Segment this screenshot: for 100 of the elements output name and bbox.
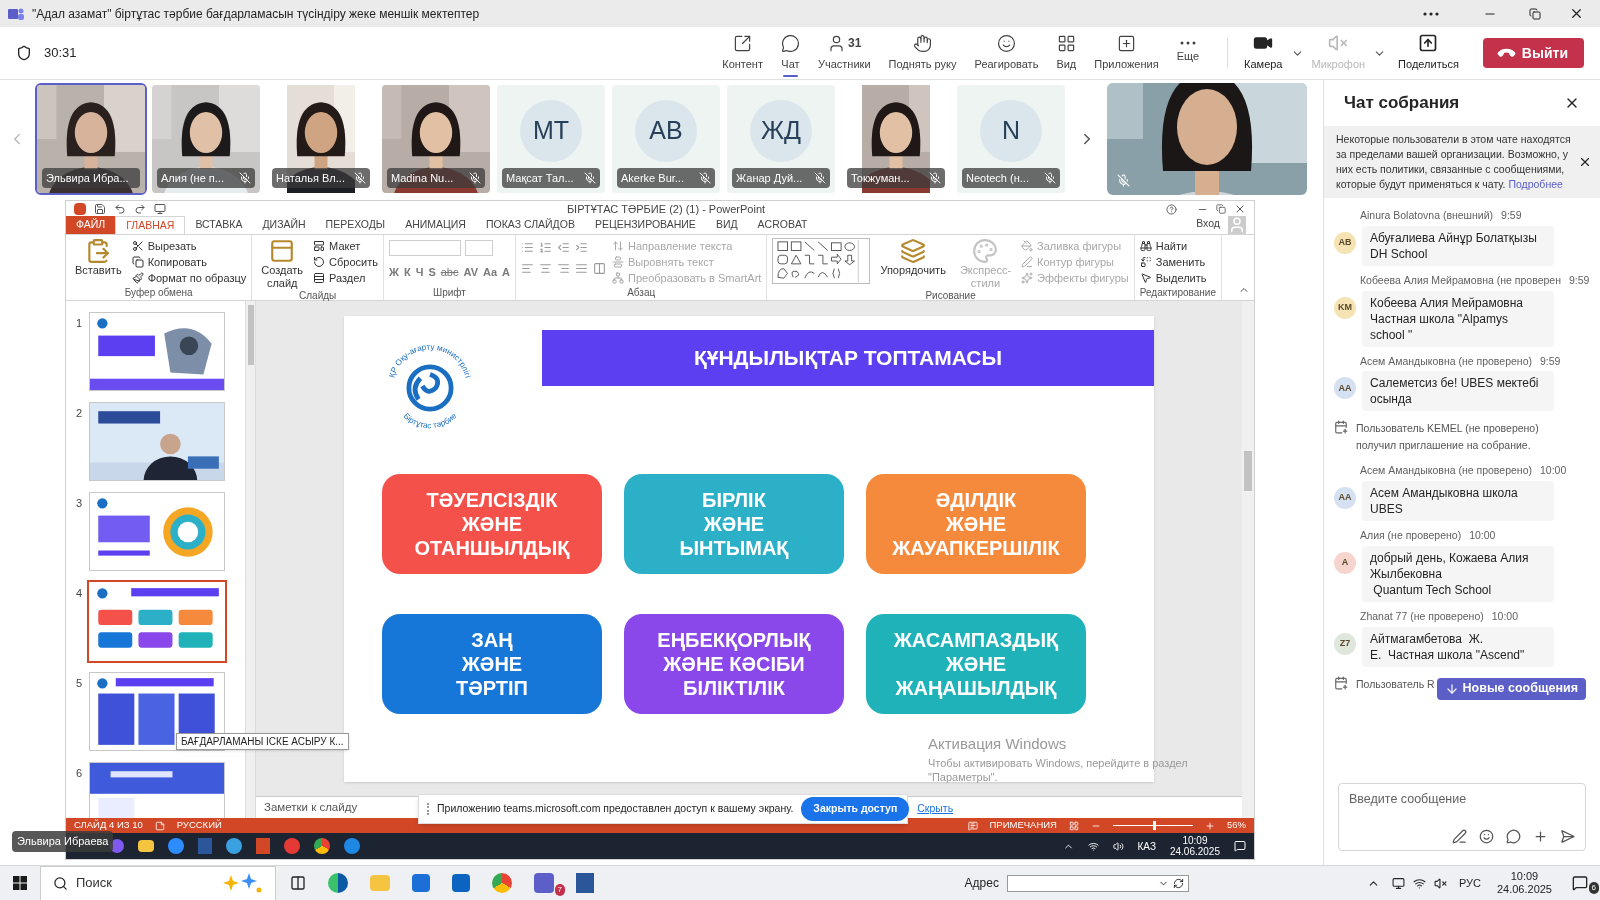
indent-increase-icon[interactable] [575, 241, 588, 254]
ribbon-tab[interactable]: ПОКАЗ СЛАЙДОВ [475, 216, 585, 234]
numbering-icon[interactable] [539, 241, 552, 254]
ribbon-button[interactable]: Создать слайд [257, 238, 308, 290]
ribbon-button[interactable]: Найти [1139, 238, 1207, 254]
more-link[interactable]: Подробнее [1508, 178, 1563, 190]
compose-box[interactable]: Введите сообщение [1338, 783, 1586, 851]
comments-button[interactable]: ПРИМЕЧАНИЯ [989, 818, 1057, 833]
slideshow-icon[interactable] [154, 203, 166, 215]
toolbar-button[interactable]: Приложения [1086, 28, 1167, 78]
ribbon-tab[interactable]: РЕЦЕНЗИРОВАНИЕ [584, 216, 706, 234]
ribbon-tab[interactable]: ФАЙЛ [66, 216, 116, 234]
participant-tile[interactable]: МТ Мақсат Тал... [495, 83, 607, 195]
participant-tile[interactable]: Madina Nu... [380, 83, 492, 195]
ribbon-button[interactable]: Формат по образцу [131, 270, 247, 286]
scrollbar[interactable] [1242, 301, 1254, 818]
participant-tile[interactable]: N Neotech (н... [955, 83, 1067, 195]
format-button[interactable]: A [502, 264, 510, 281]
toolbar-button[interactable]: Вид [1048, 28, 1085, 78]
share-button[interactable]: Поделиться [1386, 33, 1471, 73]
font-size-field[interactable] [465, 240, 493, 256]
search-field[interactable]: Поиск [40, 865, 276, 900]
app-icon[interactable] [226, 838, 242, 854]
ribbon-button[interactable]: Заменить [1139, 254, 1207, 270]
format-button[interactable]: S [428, 264, 436, 281]
task-view-icon[interactable] [290, 875, 306, 891]
attach-icon[interactable] [1533, 829, 1548, 844]
language-indicator[interactable]: РУС [1458, 874, 1481, 892]
language-indicator[interactable]: КАЗ [1137, 838, 1156, 854]
emoji-icon[interactable] [1479, 829, 1494, 844]
app-icon[interactable] [314, 838, 330, 854]
app-icon[interactable] [168, 838, 184, 854]
save-icon[interactable] [94, 203, 106, 215]
ribbon-button[interactable]: Упорядочить [876, 238, 950, 277]
more-icon[interactable] [1423, 11, 1439, 16]
align-center-icon[interactable] [539, 262, 552, 275]
align-left-icon[interactable] [521, 262, 534, 275]
ribbon-button[interactable]: Вырезать [131, 238, 247, 254]
chat-app-icon[interactable] [534, 873, 554, 893]
shapes-gallery[interactable] [772, 238, 871, 284]
slide-thumbnail[interactable] [90, 313, 224, 390]
dismiss-icon[interactable] [1578, 155, 1592, 169]
ribbon-button[interactable]: Раздел [313, 270, 378, 286]
ribbon-tab[interactable]: ВСТАВКА [185, 216, 253, 234]
toolbar-button[interactable]: Контент [714, 28, 771, 78]
toolbar-button[interactable]: Поднять руку [880, 28, 965, 78]
ribbon-button[interactable]: Сбросить [313, 254, 378, 270]
bullets-icon[interactable] [521, 241, 534, 254]
send-icon[interactable] [1560, 829, 1575, 844]
format-icon[interactable] [1452, 829, 1467, 844]
indent-decrease-icon[interactable] [557, 241, 570, 254]
ribbon-button[interactable]: Копировать [131, 254, 247, 270]
participant-tile[interactable]: Эльвира Ибра... [35, 83, 147, 195]
zoom-in-icon[interactable] [1205, 820, 1215, 831]
device-button[interactable]: Камера [1236, 33, 1291, 73]
ribbon-tab[interactable]: ACROBAT [747, 216, 818, 234]
ribbon-tab[interactable]: ДИЗАЙН [252, 216, 316, 234]
participant-tile[interactable]: Алия (не п... [150, 83, 262, 195]
format-button[interactable]: Aa [482, 264, 498, 281]
comments-icon[interactable] [967, 820, 978, 831]
app-icon[interactable] [328, 873, 348, 893]
toolbar-button[interactable]: Реагировать [966, 28, 1047, 78]
hide-link[interactable]: Скрыть [917, 801, 954, 817]
mail-icon[interactable] [452, 874, 470, 892]
toolbar-button[interactable]: Еще [1168, 28, 1208, 78]
restore-icon[interactable] [1216, 204, 1226, 214]
slide-thumbnail[interactable] [90, 493, 224, 570]
ribbon-button[interactable]: Макет [313, 238, 378, 254]
ribbon-tab[interactable]: ВИД [705, 216, 748, 234]
format-button[interactable]: К [403, 264, 411, 281]
columns-icon[interactable] [593, 262, 606, 275]
ribbon-button[interactable]: Выделить [1139, 270, 1207, 286]
font-name-field[interactable] [389, 240, 461, 256]
toolbar-button[interactable]: Чат [772, 28, 808, 78]
leave-button[interactable]: Выйти [1482, 38, 1584, 68]
participant-tile[interactable]: AB Akerke Bur... [610, 83, 722, 195]
ribbon-tab[interactable]: АНИМАЦИЯ [395, 216, 476, 234]
close-icon[interactable] [1569, 6, 1584, 21]
volume-muted-icon[interactable] [1433, 876, 1447, 890]
undo-icon[interactable] [114, 203, 126, 215]
zoom-thumb[interactable] [1153, 821, 1156, 830]
slide-thumbnail[interactable] [90, 763, 224, 818]
align-right-icon[interactable] [557, 262, 570, 275]
format-button[interactable]: Ч [415, 264, 424, 281]
format-button[interactable]: abc [440, 264, 459, 281]
ribbon-tab[interactable]: ПЕРЕХОДЫ [315, 216, 396, 234]
display-icon[interactable] [1391, 876, 1405, 890]
view-icon[interactable] [1069, 820, 1079, 831]
stop-sharing-button[interactable]: Закрыть доступ [801, 797, 910, 821]
address-field[interactable] [1006, 874, 1189, 892]
network-icon[interactable] [1087, 840, 1099, 852]
toolbar-button[interactable]: 31 Участники [809, 28, 879, 78]
app-icon[interactable] [344, 838, 360, 854]
new-messages-button[interactable]: Новые сообщения [1436, 677, 1586, 700]
ribbon-tab[interactable]: ГЛАВНАЯ [115, 216, 186, 234]
network-icon[interactable] [1412, 876, 1426, 890]
help-icon[interactable] [1166, 203, 1177, 215]
store-icon[interactable] [412, 874, 430, 892]
participant-tile[interactable]: ЖД Жанар Дуй... [725, 83, 837, 195]
volume-icon[interactable] [1112, 840, 1124, 852]
